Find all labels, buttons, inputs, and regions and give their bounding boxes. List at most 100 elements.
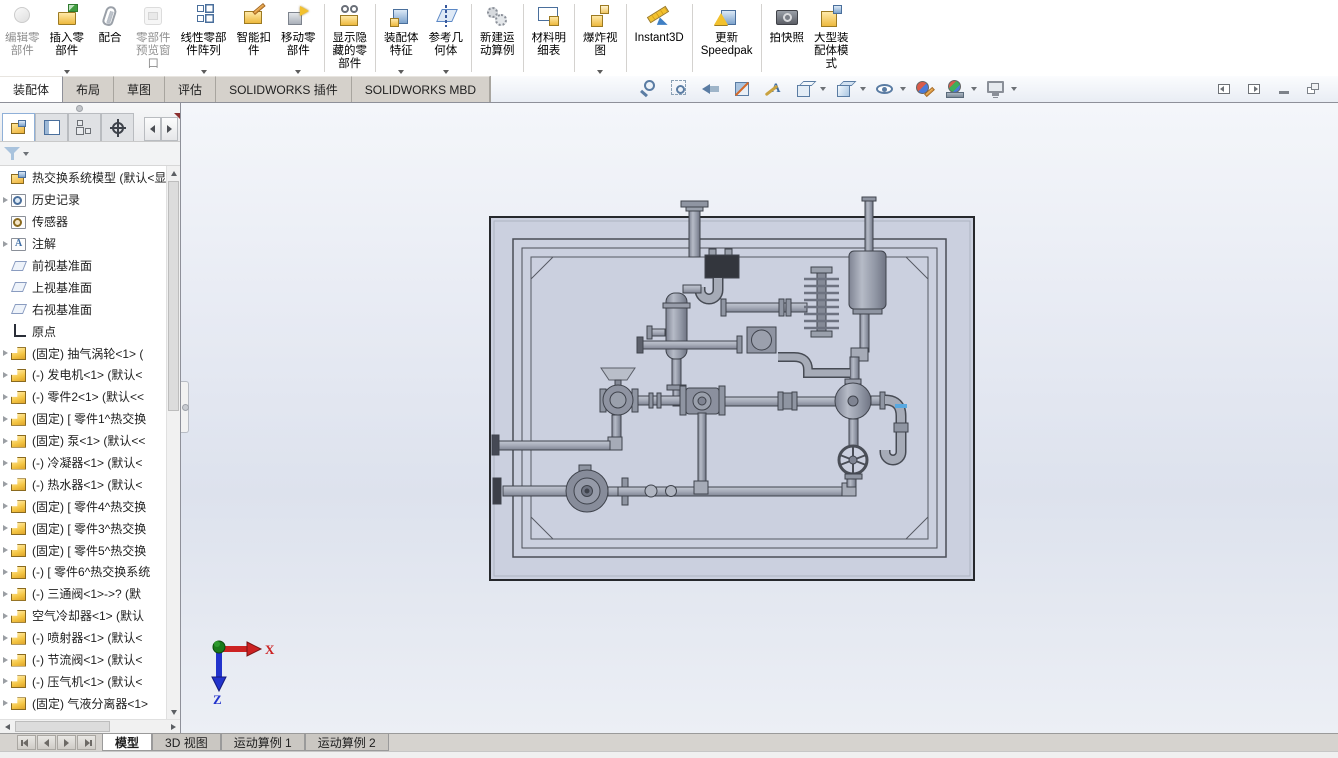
tree-item[interactable]: 原点 bbox=[0, 320, 166, 342]
view-orientation-icon[interactable] bbox=[793, 78, 817, 100]
toolbar-button[interactable]: 线性零部 件阵列 bbox=[176, 1, 232, 75]
panel-collapse-handle[interactable] bbox=[181, 381, 189, 433]
expand-arrow-icon[interactable] bbox=[0, 438, 10, 444]
expand-arrow-icon[interactable] bbox=[0, 700, 10, 706]
headsup-item[interactable] bbox=[792, 78, 827, 100]
headsup-item[interactable] bbox=[983, 78, 1018, 100]
expand-arrow-icon[interactable] bbox=[0, 394, 10, 400]
expand-arrow-icon[interactable] bbox=[0, 460, 10, 466]
filter-funnel-icon[interactable] bbox=[4, 146, 20, 161]
window-button[interactable] bbox=[1273, 81, 1294, 98]
expand-arrow-icon[interactable] bbox=[0, 372, 10, 378]
scroll-right-icon[interactable] bbox=[161, 117, 178, 141]
expand-arrow-icon[interactable] bbox=[0, 481, 10, 487]
tree-item[interactable]: (-) 三通阀<1>->? (默 bbox=[0, 583, 166, 605]
featuremanager-tab[interactable] bbox=[101, 113, 134, 141]
expand-arrow-icon[interactable] bbox=[0, 503, 10, 509]
display-style-icon[interactable] bbox=[833, 78, 857, 100]
toolbar-button[interactable]: 插入零 部件 bbox=[45, 1, 90, 75]
tree-item[interactable]: (-) 冷凝器<1> (默认< bbox=[0, 452, 166, 474]
next-tab-icon[interactable] bbox=[57, 735, 76, 750]
window-button[interactable] bbox=[1213, 81, 1234, 98]
dropdown-caret-icon[interactable] bbox=[971, 87, 977, 91]
expand-arrow-icon[interactable] bbox=[0, 197, 10, 203]
tree-item[interactable]: (固定) [ 零件3^热交换 bbox=[0, 517, 166, 539]
panel-splitter-grip[interactable] bbox=[76, 105, 83, 112]
headsup-item[interactable] bbox=[699, 78, 725, 100]
tree-item[interactable]: (-) [ 零件6^热交换系统 bbox=[0, 561, 166, 583]
tree-item[interactable]: (固定) [ 零件4^热交换 bbox=[0, 495, 166, 517]
tree-item[interactable]: (-) 零件2<1> (默认<< bbox=[0, 386, 166, 408]
toolbar-button[interactable]: 移动零 部件 bbox=[276, 1, 321, 75]
toolbar-button[interactable]: 材料明 细表 bbox=[527, 1, 572, 75]
expand-arrow-icon[interactable] bbox=[0, 525, 10, 531]
tree-item[interactable]: (固定) [ 零件1^热交换 bbox=[0, 408, 166, 430]
expand-arrow-icon[interactable] bbox=[0, 678, 10, 684]
scroll-down-icon[interactable] bbox=[167, 705, 181, 719]
toolbar-button[interactable]: 编辑零 部件 bbox=[0, 1, 45, 75]
zoom-to-area-icon[interactable] bbox=[669, 78, 693, 100]
command-tab[interactable]: 草图 bbox=[114, 76, 165, 102]
command-tab[interactable]: 评估 bbox=[165, 76, 216, 102]
tree-item[interactable]: 前视基准面 bbox=[0, 255, 166, 277]
expand-arrow-icon[interactable] bbox=[0, 241, 10, 247]
toolbar-button[interactable]: 更新 Speedpak bbox=[696, 1, 758, 75]
tree-item[interactable]: (固定) 抽气涡轮<1> ( bbox=[0, 342, 166, 364]
toolbar-button[interactable]: 拍快照 bbox=[765, 1, 810, 75]
command-tab[interactable]: 装配体 bbox=[0, 76, 63, 102]
expand-arrow-icon[interactable] bbox=[0, 657, 10, 663]
tree-item[interactable]: (-) 喷射器<1> (默认< bbox=[0, 627, 166, 649]
headsup-item[interactable] bbox=[832, 78, 867, 100]
tree-item[interactable]: 历史记录 bbox=[0, 189, 166, 211]
tree-item[interactable]: (固定) 气液分离器<1> bbox=[0, 692, 166, 714]
featuremanager-tab[interactable] bbox=[68, 113, 101, 141]
dropdown-caret-icon[interactable] bbox=[64, 70, 70, 74]
prev-tab-icon[interactable] bbox=[37, 735, 56, 750]
view-settings-icon[interactable] bbox=[984, 78, 1008, 100]
toolbar-button[interactable]: 爆炸视 图 bbox=[578, 1, 623, 75]
toolbar-button[interactable]: Instant3D bbox=[630, 1, 689, 75]
window-button[interactable] bbox=[1303, 81, 1324, 98]
dropdown-caret-icon[interactable] bbox=[201, 70, 207, 74]
tree-item[interactable]: (-) 发电机<1> (默认< bbox=[0, 364, 166, 386]
scrollbar-thumb[interactable] bbox=[168, 181, 179, 411]
apply-scene-icon[interactable] bbox=[944, 78, 968, 100]
headsup-item[interactable] bbox=[912, 78, 938, 100]
toolbar-button[interactable]: 配合 bbox=[89, 1, 131, 75]
tree-item[interactable]: (固定) [ 零件5^热交换 bbox=[0, 539, 166, 561]
zoom-to-fit-icon[interactable] bbox=[638, 78, 662, 100]
dropdown-caret-icon[interactable] bbox=[1011, 87, 1017, 91]
scroll-up-icon[interactable] bbox=[167, 166, 181, 180]
command-tab[interactable]: SOLIDWORKS 插件 bbox=[216, 76, 352, 102]
toolbar-button[interactable]: 参考几 何体 bbox=[424, 1, 469, 75]
edit-appearance-icon[interactable] bbox=[913, 78, 937, 100]
scrollbar-thumb[interactable] bbox=[15, 721, 110, 732]
expand-arrow-icon[interactable] bbox=[0, 350, 10, 356]
command-tab[interactable]: 布局 bbox=[63, 76, 114, 102]
center-block[interactable] bbox=[747, 327, 776, 353]
study-tab[interactable]: 3D 视图 bbox=[152, 734, 221, 751]
tree-item[interactable]: 传感器 bbox=[0, 211, 166, 233]
first-tab-icon[interactable] bbox=[17, 735, 36, 750]
featuremanager-tab[interactable] bbox=[35, 113, 68, 141]
toolbar-button[interactable]: 大型装 配体模 式 bbox=[809, 1, 854, 75]
dropdown-caret-icon[interactable] bbox=[597, 70, 603, 74]
headsup-item[interactable] bbox=[668, 78, 694, 100]
filter-caret-icon[interactable] bbox=[23, 152, 29, 156]
last-tab-icon[interactable] bbox=[77, 735, 96, 750]
toolbar-button[interactable]: 装配体 特征 bbox=[379, 1, 424, 75]
annotation-visibility-icon[interactable] bbox=[762, 78, 786, 100]
toolbar-button[interactable]: 零部件 预览窗 口 bbox=[131, 1, 176, 75]
toolbar-button[interactable]: 智能扣 件 bbox=[232, 1, 277, 75]
tree-item[interactable]: 上视基准面 bbox=[0, 276, 166, 298]
expand-arrow-icon[interactable] bbox=[0, 635, 10, 641]
expand-arrow-icon[interactable] bbox=[0, 591, 10, 597]
study-tab[interactable]: 运动算例 1 bbox=[221, 734, 305, 751]
headsup-item[interactable] bbox=[943, 78, 978, 100]
previous-view-icon[interactable] bbox=[700, 78, 724, 100]
tree-item[interactable]: 热交换系统模型 (默认<显 bbox=[0, 167, 166, 189]
ball-valve[interactable] bbox=[680, 386, 725, 415]
toolbar-button[interactable]: 新建运 动算例 bbox=[475, 1, 520, 75]
window-button[interactable] bbox=[1243, 81, 1264, 98]
scroll-left-icon[interactable] bbox=[0, 720, 14, 734]
